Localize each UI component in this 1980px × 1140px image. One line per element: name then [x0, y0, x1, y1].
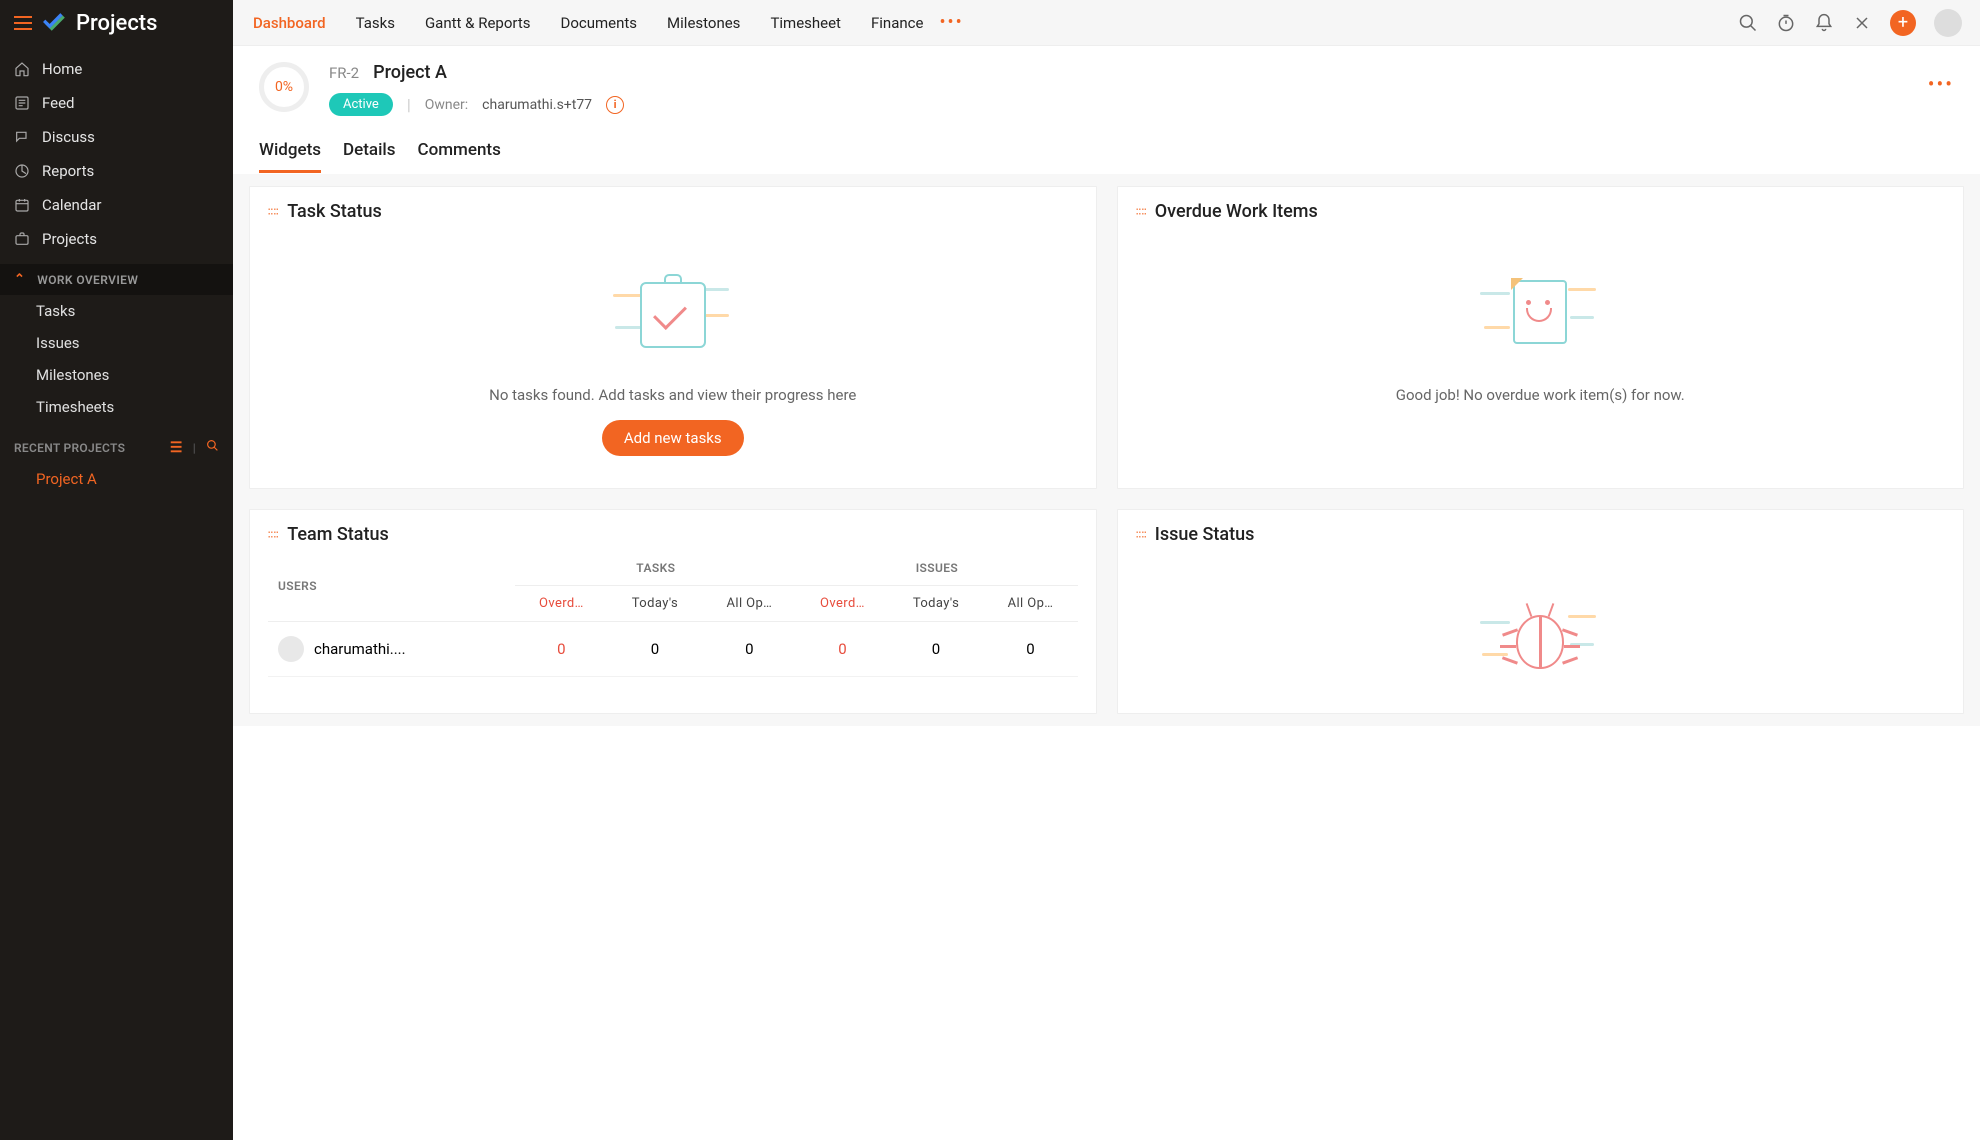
cell-issues-today: 0 — [889, 622, 984, 677]
tools-icon[interactable] — [1852, 13, 1872, 33]
projects-logo-icon — [42, 10, 68, 36]
subtab-widgets[interactable]: Widgets — [259, 140, 321, 173]
tab-documents[interactable]: Documents — [558, 14, 639, 32]
tab-milestones[interactable]: Milestones — [665, 14, 742, 32]
table-row: charumathi.... 0 0 0 0 0 0 — [268, 622, 1078, 677]
work-overview-section[interactable]: ⌃ WORK OVERVIEW — [0, 264, 233, 295]
search-icon[interactable] — [1738, 13, 1758, 33]
add-new-tasks-button[interactable]: Add new tasks — [602, 420, 744, 456]
drag-handle-icon[interactable]: ⁞⁞ — [1132, 530, 1148, 539]
widget-overdue: ⁞⁞Overdue Work Items Good job! No overdu… — [1117, 186, 1965, 489]
sidebar-item-issues[interactable]: Issues — [0, 327, 233, 359]
col-tasks: TASKS — [515, 551, 796, 586]
subcol-tasks-allopen[interactable]: All Op… — [702, 586, 796, 622]
sidebar-item-milestones[interactable]: Milestones — [0, 359, 233, 391]
clipboard-illustration — [613, 268, 733, 358]
widget-issue-status: ⁞⁞Issue Status — [1117, 509, 1965, 714]
nav-home[interactable]: Home — [0, 52, 233, 86]
search-projects-icon[interactable] — [206, 439, 219, 456]
user-avatar-icon — [278, 636, 304, 662]
subtab-comments[interactable]: Comments — [418, 140, 501, 173]
drag-handle-icon[interactable]: ⁞⁞ — [1132, 207, 1148, 216]
subcol-issues-todays[interactable]: Today's — [889, 586, 984, 622]
empty-message: Good job! No overdue work item(s) for no… — [1396, 386, 1685, 404]
tab-tasks[interactable]: Tasks — [354, 14, 397, 32]
smile-illustration — [1480, 268, 1600, 358]
nav-projects[interactable]: Projects — [0, 222, 233, 256]
primary-nav: Home Feed Discuss Reports Calendar Proje… — [0, 46, 233, 262]
owner-label: Owner: — [425, 97, 468, 113]
bell-icon[interactable] — [1814, 13, 1834, 33]
nav-reports[interactable]: Reports — [0, 154, 233, 188]
project-header: 0% FR-2 Project A Active | Owner: charum… — [233, 46, 1980, 122]
user-name: charumathi.... — [314, 640, 406, 658]
owner-name: charumathi.s+t77 — [482, 97, 592, 113]
project-code: FR-2 — [329, 64, 359, 82]
cell-issues-open: 0 — [983, 622, 1077, 677]
col-users: USERS — [268, 551, 515, 622]
app-title: Projects — [76, 11, 157, 36]
subtab-details[interactable]: Details — [343, 140, 395, 173]
drag-handle-icon[interactable]: ⁞⁞ — [265, 207, 281, 216]
project-sub-tabs: Widgets Details Comments — [233, 122, 1980, 174]
tab-dashboard[interactable]: Dashboard — [251, 14, 328, 32]
recent-projects-header: RECENT PROJECTS ☰ | — [0, 429, 233, 464]
nav-calendar[interactable]: Calendar — [0, 188, 233, 222]
cell-tasks-open: 0 — [702, 622, 796, 677]
cell-tasks-overdue: 0 — [515, 622, 607, 677]
add-button[interactable]: + — [1890, 10, 1916, 36]
widget-team-status: ⁞⁞Team Status USERS TASKS ISSUES Overd… … — [249, 509, 1097, 714]
col-issues: ISSUES — [796, 551, 1077, 586]
tab-gantt-reports[interactable]: Gantt & Reports — [423, 14, 533, 32]
app-logo[interactable]: Projects — [42, 10, 157, 36]
more-tabs-icon[interactable]: ••• — [939, 12, 963, 33]
cell-issues-overdue: 0 — [796, 622, 888, 677]
progress-circle: 0% — [259, 62, 309, 112]
reports-icon — [14, 163, 30, 179]
project-name: Project A — [373, 62, 447, 83]
nav-discuss[interactable]: Discuss — [0, 120, 233, 154]
tab-finance[interactable]: Finance — [869, 14, 925, 32]
hamburger-menu-icon[interactable] — [14, 16, 32, 30]
status-badge[interactable]: Active — [329, 93, 393, 116]
subcol-tasks-todays[interactable]: Today's — [607, 586, 702, 622]
project-more-icon[interactable]: ••• — [1928, 62, 1954, 96]
filter-icon[interactable]: ☰ — [170, 440, 183, 456]
sidebar-item-tasks[interactable]: Tasks — [0, 295, 233, 327]
subcol-tasks-overdue[interactable]: Overd… — [515, 586, 607, 622]
widget-task-status: ⁞⁞Task Status No tasks found. Add tasks … — [249, 186, 1097, 489]
empty-message: No tasks found. Add tasks and view their… — [489, 386, 856, 404]
calendar-icon — [14, 197, 30, 213]
chevron-up-icon: ⌃ — [14, 272, 25, 287]
nav-feed[interactable]: Feed — [0, 86, 233, 120]
subcol-issues-allopen[interactable]: All Op… — [983, 586, 1077, 622]
bug-illustration — [1480, 591, 1600, 681]
info-icon[interactable]: i — [606, 96, 624, 114]
feed-icon — [14, 95, 30, 111]
subcol-issues-overdue[interactable]: Overd… — [796, 586, 888, 622]
recent-project-a[interactable]: Project A — [0, 464, 233, 494]
tab-timesheet[interactable]: Timesheet — [768, 14, 843, 32]
drag-handle-icon[interactable]: ⁞⁞ — [265, 530, 281, 539]
sidebar: Projects Home Feed Discuss Reports Calen… — [0, 0, 233, 1140]
timer-icon[interactable] — [1776, 13, 1796, 33]
top-tabs-bar: Dashboard Tasks Gantt & Reports Document… — [233, 0, 1980, 46]
user-avatar[interactable] — [1934, 9, 1962, 37]
briefcase-icon — [14, 231, 30, 247]
team-status-table: USERS TASKS ISSUES Overd… Today's All Op… — [268, 551, 1078, 677]
discuss-icon — [14, 129, 30, 145]
cell-tasks-today: 0 — [607, 622, 702, 677]
sidebar-item-timesheets[interactable]: Timesheets — [0, 391, 233, 423]
home-icon — [14, 61, 30, 77]
